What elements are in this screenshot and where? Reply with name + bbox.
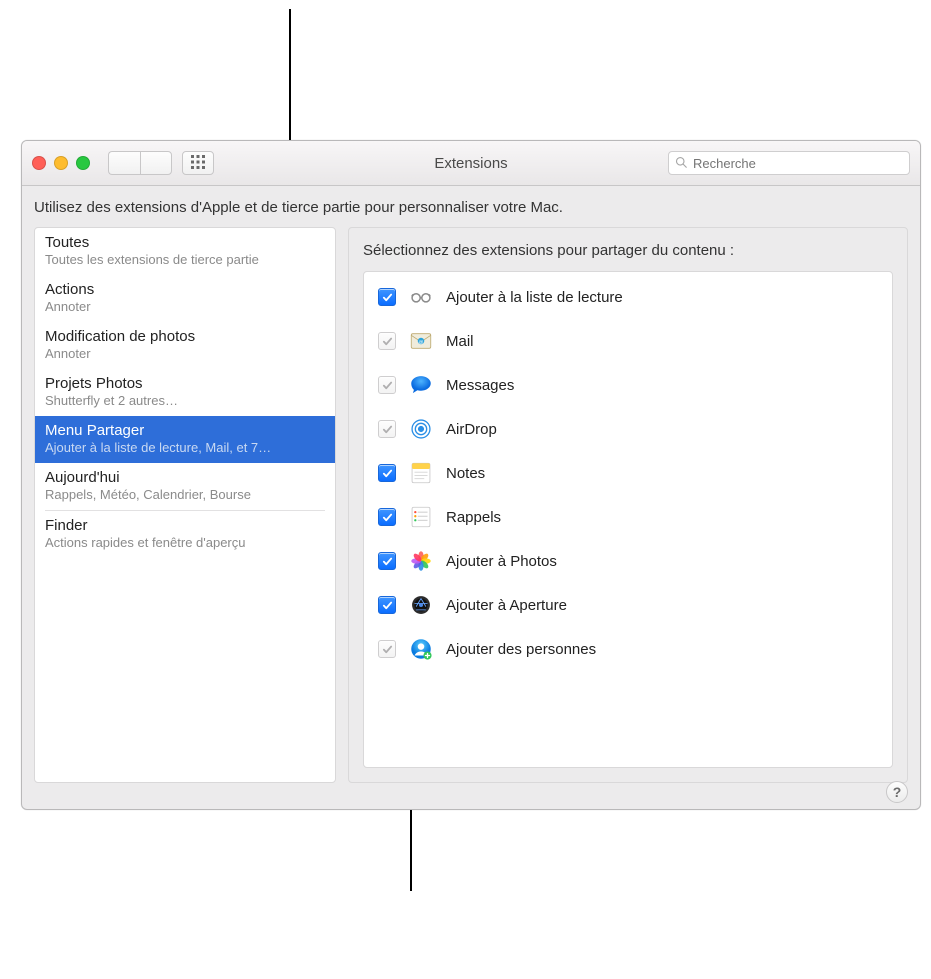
extension-row: Ajouter à la liste de lecture	[378, 284, 878, 310]
aperture-icon	[408, 592, 434, 618]
photos-icon	[408, 548, 434, 574]
airdrop-icon	[408, 416, 434, 442]
minimize-button[interactable]	[54, 156, 68, 170]
extension-row: Notes	[378, 460, 878, 486]
nav-back-button[interactable]	[108, 151, 140, 175]
grid-icon	[191, 155, 205, 172]
extension-label: Notes	[446, 465, 485, 482]
sidebar-item-label: Menu Partager	[45, 422, 325, 439]
enable-checkbox[interactable]	[378, 596, 396, 614]
extension-label: Ajouter à Photos	[446, 553, 557, 570]
messages-icon	[408, 372, 434, 398]
main-panel: Sélectionnez des extensions pour partage…	[348, 227, 908, 783]
nav-segment	[108, 151, 172, 175]
sidebar-item-subtitle: Toutes les extensions de tierce partie	[45, 252, 325, 267]
sidebar-item-subtitle: Annoter	[45, 299, 325, 314]
extension-row: Ajouter des personnes	[378, 636, 878, 662]
sidebar-item-menu-partager[interactable]: Menu Partager Ajouter à la liste de lect…	[35, 416, 335, 463]
window-controls	[32, 156, 90, 170]
extension-label: Ajouter à la liste de lecture	[446, 289, 623, 306]
main-heading: Sélectionnez des extensions pour partage…	[363, 242, 893, 259]
search-input[interactable]	[691, 155, 903, 172]
search-icon	[675, 156, 687, 171]
sidebar-item-toutes[interactable]: Toutes Toutes les extensions de tierce p…	[35, 228, 335, 275]
people-icon	[408, 636, 434, 662]
sidebar-item-modification-de-photos[interactable]: Modification de photos Annoter	[35, 322, 335, 369]
sidebar-item-label: Finder	[45, 517, 325, 534]
extension-label: Rappels	[446, 509, 501, 526]
enable-checkbox[interactable]	[378, 288, 396, 306]
search-field[interactable]	[668, 151, 910, 175]
sidebar-item-label: Projets Photos	[45, 375, 325, 392]
sidebar-item-aujourdhui[interactable]: Aujourd'hui Rappels, Météo, Calendrier, …	[35, 463, 335, 510]
sidebar: Toutes Toutes les extensions de tierce p…	[34, 227, 336, 783]
help-button[interactable]: ?	[886, 781, 908, 803]
extension-label: Ajouter à Aperture	[446, 597, 567, 614]
extension-row: Messages	[378, 372, 878, 398]
zoom-button[interactable]	[76, 156, 90, 170]
toolbar: Extensions	[22, 141, 920, 186]
close-button[interactable]	[32, 156, 46, 170]
sidebar-item-finder[interactable]: Finder Actions rapides et fenêtre d'aper…	[35, 511, 335, 558]
sidebar-item-label: Aujourd'hui	[45, 469, 325, 486]
extension-row: AirDrop	[378, 416, 878, 442]
sidebar-item-subtitle: Actions rapides et fenêtre d'aperçu	[45, 535, 325, 550]
enable-checkbox[interactable]	[378, 640, 396, 658]
content: Toutes Toutes les extensions de tierce p…	[22, 227, 920, 783]
extension-row: Ajouter à Aperture	[378, 592, 878, 618]
sidebar-item-label: Actions	[45, 281, 325, 298]
extension-label: Messages	[446, 377, 514, 394]
enable-checkbox[interactable]	[378, 376, 396, 394]
preferences-window: Extensions Utilisez des extensions d'App…	[21, 140, 921, 810]
extension-row: Ajouter à Photos	[378, 548, 878, 574]
mail-icon: @	[408, 328, 434, 354]
enable-checkbox[interactable]	[378, 420, 396, 438]
extension-label: Mail	[446, 333, 474, 350]
sidebar-item-subtitle: Rappels, Météo, Calendrier, Bourse	[45, 487, 325, 502]
sidebar-item-projets-photos[interactable]: Projets Photos Shutterfly et 2 autres…	[35, 369, 335, 416]
help-label: ?	[893, 784, 902, 800]
sidebar-item-subtitle: Shutterfly et 2 autres…	[45, 393, 325, 408]
sidebar-item-label: Modification de photos	[45, 328, 325, 345]
notes-icon	[408, 460, 434, 486]
extension-label: AirDrop	[446, 421, 497, 438]
enable-checkbox[interactable]	[378, 464, 396, 482]
sidebar-item-actions[interactable]: Actions Annoter	[35, 275, 335, 322]
show-all-button[interactable]	[182, 151, 214, 175]
enable-checkbox[interactable]	[378, 332, 396, 350]
glasses-icon	[408, 284, 434, 310]
sidebar-item-label: Toutes	[45, 234, 325, 251]
page-description: Utilisez des extensions d'Apple et de ti…	[22, 185, 920, 216]
extension-row: @ Mail	[378, 328, 878, 354]
reminders-icon	[408, 504, 434, 530]
nav-forward-button[interactable]	[140, 151, 172, 175]
svg-text:@: @	[419, 339, 424, 345]
sidebar-item-subtitle: Annoter	[45, 346, 325, 361]
extension-label: Ajouter des personnes	[446, 641, 596, 658]
extension-list: Ajouter à la liste de lecture @ Mail Messag…	[363, 271, 893, 768]
enable-checkbox[interactable]	[378, 508, 396, 526]
sidebar-item-subtitle: Ajouter à la liste de lecture, Mail, et …	[45, 440, 325, 455]
enable-checkbox[interactable]	[378, 552, 396, 570]
extension-row: Rappels	[378, 504, 878, 530]
